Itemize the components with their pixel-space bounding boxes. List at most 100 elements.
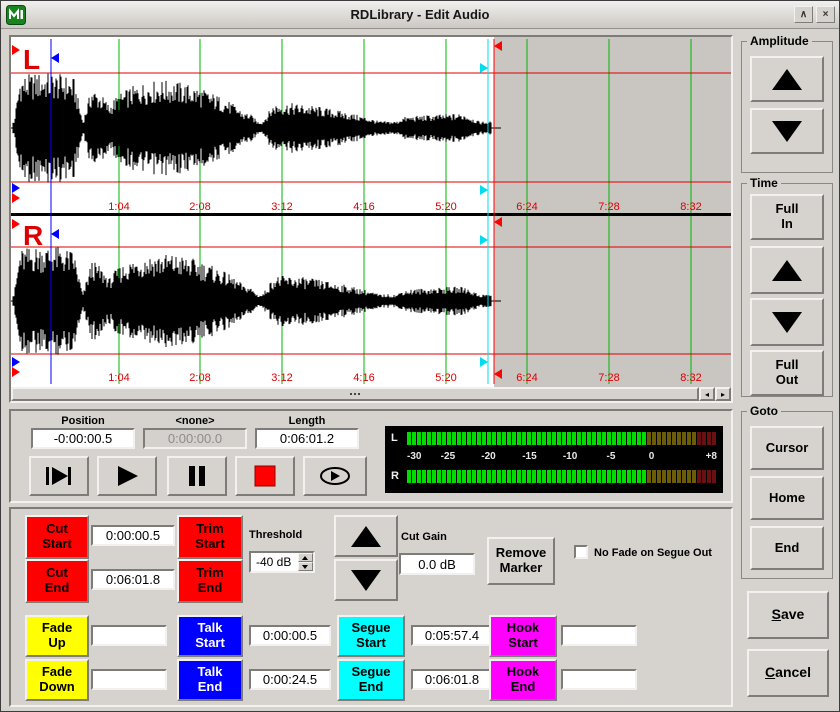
time-zoom-in-button[interactable] bbox=[750, 246, 824, 294]
length-label: Length bbox=[255, 415, 359, 427]
svg-text:R: R bbox=[23, 220, 43, 251]
play-icon bbox=[114, 464, 140, 488]
full-in-button[interactable]: Full In bbox=[750, 194, 824, 240]
svg-text:L: L bbox=[23, 44, 40, 75]
cut-end-field[interactable]: 0:06:01.8 bbox=[91, 569, 175, 590]
talk-end-field[interactable]: 0:00:24.5 bbox=[249, 669, 331, 690]
cut-start-field[interactable]: 0:00:00.5 bbox=[91, 525, 175, 546]
marker-up-button[interactable] bbox=[334, 515, 398, 557]
trim-start-button[interactable]: Trim Start bbox=[177, 515, 243, 559]
svg-text:1:04: 1:04 bbox=[108, 372, 129, 384]
marker-name-label: <none> bbox=[143, 415, 247, 427]
fade-up-button[interactable]: Fade Up bbox=[25, 615, 89, 657]
segue-start-button[interactable]: Segue Start bbox=[337, 615, 405, 657]
svg-text:5:20: 5:20 bbox=[435, 372, 456, 384]
position-label: Position bbox=[31, 415, 135, 427]
threshold-value: -40 dB bbox=[256, 555, 291, 569]
svg-text:1:04: 1:04 bbox=[108, 201, 129, 213]
svg-text:8:32: 8:32 bbox=[680, 201, 701, 213]
save-button[interactable]: Save bbox=[747, 591, 829, 639]
meter-left-label: L bbox=[391, 432, 398, 444]
length-field[interactable]: 0:06:01.2 bbox=[255, 428, 359, 449]
stop-button[interactable] bbox=[235, 456, 295, 496]
fade-up-field[interactable] bbox=[91, 625, 167, 646]
svg-text:3:12: 3:12 bbox=[271, 201, 292, 213]
amplitude-up-button[interactable] bbox=[750, 56, 824, 102]
threshold-label: Threshold bbox=[249, 529, 319, 541]
trim-end-button[interactable]: Trim End bbox=[177, 559, 243, 603]
titlebar[interactable]: RDLibrary - Edit Audio ∧ × bbox=[1, 1, 839, 29]
shade-button[interactable]: ∧ bbox=[794, 6, 813, 23]
threshold-up-button[interactable] bbox=[298, 553, 313, 562]
loop-button[interactable] bbox=[303, 456, 367, 496]
waveform-scrollbar[interactable]: ◂ ▸ bbox=[11, 387, 731, 401]
scrollbar-grip-icon bbox=[354, 393, 356, 395]
transport-panel: Position -0:00:00.5 <none> 0:00:00.0 Len… bbox=[9, 409, 733, 503]
time-group-label: Time bbox=[747, 176, 781, 190]
fade-down-button[interactable]: Fade Down bbox=[25, 659, 89, 701]
scroll-left-icon: ◂ bbox=[705, 390, 709, 399]
time-zoom-out-button[interactable] bbox=[750, 298, 824, 346]
segue-end-button[interactable]: Segue End bbox=[337, 659, 405, 701]
svg-text:3:12: 3:12 bbox=[271, 372, 292, 384]
shade-icon: ∧ bbox=[800, 9, 807, 20]
time-group: Time Full In Full Out bbox=[741, 183, 833, 397]
svg-text:2:08: 2:08 bbox=[189, 372, 210, 384]
talk-start-button[interactable]: Talk Start bbox=[177, 615, 243, 657]
play-from-start-icon bbox=[45, 465, 73, 487]
hook-end-button[interactable]: Hook End bbox=[489, 659, 557, 701]
remove-marker-button[interactable]: Remove Marker bbox=[487, 537, 555, 585]
goto-group: Goto Cursor Home End bbox=[741, 411, 833, 579]
marker-position-field: 0:00:00.0 bbox=[143, 428, 247, 449]
svg-text:5:20: 5:20 bbox=[435, 201, 456, 213]
meter-right-bar bbox=[407, 470, 719, 483]
pause-button[interactable] bbox=[167, 456, 227, 496]
talk-end-button[interactable]: Talk End bbox=[177, 659, 243, 701]
cut-end-button[interactable]: Cut End bbox=[25, 559, 89, 603]
play-from-start-button[interactable] bbox=[29, 456, 89, 496]
play-button[interactable] bbox=[97, 456, 157, 496]
scrollbar-thumb[interactable] bbox=[11, 387, 699, 401]
cut-start-button[interactable]: Cut Start bbox=[25, 515, 89, 559]
goto-group-label: Goto bbox=[747, 404, 781, 418]
goto-end-button[interactable]: End bbox=[750, 526, 824, 570]
edit-audio-window: RDLibrary - Edit Audio ∧ × 1:041:042:082… bbox=[0, 0, 840, 712]
segue-start-field[interactable]: 0:05:57.4 bbox=[411, 625, 493, 646]
hook-start-field[interactable] bbox=[561, 625, 637, 646]
no-fade-checkbox[interactable] bbox=[574, 545, 588, 559]
up-arrow-icon bbox=[772, 69, 802, 90]
up-arrow-icon bbox=[772, 260, 802, 281]
close-button[interactable]: × bbox=[816, 6, 835, 23]
position-field[interactable]: -0:00:00.5 bbox=[31, 428, 135, 449]
cut-gain-field[interactable]: 0.0 dB bbox=[399, 553, 475, 575]
loop-icon bbox=[317, 465, 353, 487]
close-icon: × bbox=[823, 9, 829, 20]
threshold-down-button[interactable] bbox=[298, 562, 313, 571]
scroll-right-button[interactable]: ▸ bbox=[715, 387, 731, 401]
scroll-left-button[interactable]: ◂ bbox=[699, 387, 715, 401]
pause-icon bbox=[185, 464, 209, 488]
scroll-right-icon: ▸ bbox=[721, 390, 725, 399]
svg-text:7:28: 7:28 bbox=[598, 372, 619, 384]
hook-start-button[interactable]: Hook Start bbox=[489, 615, 557, 657]
amplitude-down-button[interactable] bbox=[750, 108, 824, 154]
goto-home-button[interactable]: Home bbox=[750, 476, 824, 520]
no-fade-label: No Fade on Segue Out bbox=[594, 547, 734, 559]
marker-down-button[interactable] bbox=[334, 559, 398, 601]
talk-start-field[interactable]: 0:00:00.5 bbox=[249, 625, 331, 646]
full-out-button[interactable]: Full Out bbox=[750, 350, 824, 396]
goto-cursor-button[interactable]: Cursor bbox=[750, 426, 824, 470]
down-arrow-icon bbox=[772, 121, 802, 142]
amplitude-group-label: Amplitude bbox=[747, 34, 812, 48]
waveform-display[interactable]: 1:041:042:082:083:123:124:164:165:205:20… bbox=[11, 37, 731, 387]
svg-text:4:16: 4:16 bbox=[353, 201, 374, 213]
waveform-panel: 1:041:042:082:083:123:124:164:165:205:20… bbox=[9, 35, 733, 403]
down-arrow-icon bbox=[351, 570, 381, 591]
hook-end-field[interactable] bbox=[561, 669, 637, 690]
down-arrow-icon bbox=[772, 312, 802, 333]
svg-text:4:16: 4:16 bbox=[353, 372, 374, 384]
cancel-button[interactable]: Cancel bbox=[747, 649, 829, 697]
segue-end-field[interactable]: 0:06:01.8 bbox=[411, 669, 493, 690]
threshold-spinbox[interactable]: -40 dB bbox=[249, 551, 315, 573]
fade-down-field[interactable] bbox=[91, 669, 167, 690]
